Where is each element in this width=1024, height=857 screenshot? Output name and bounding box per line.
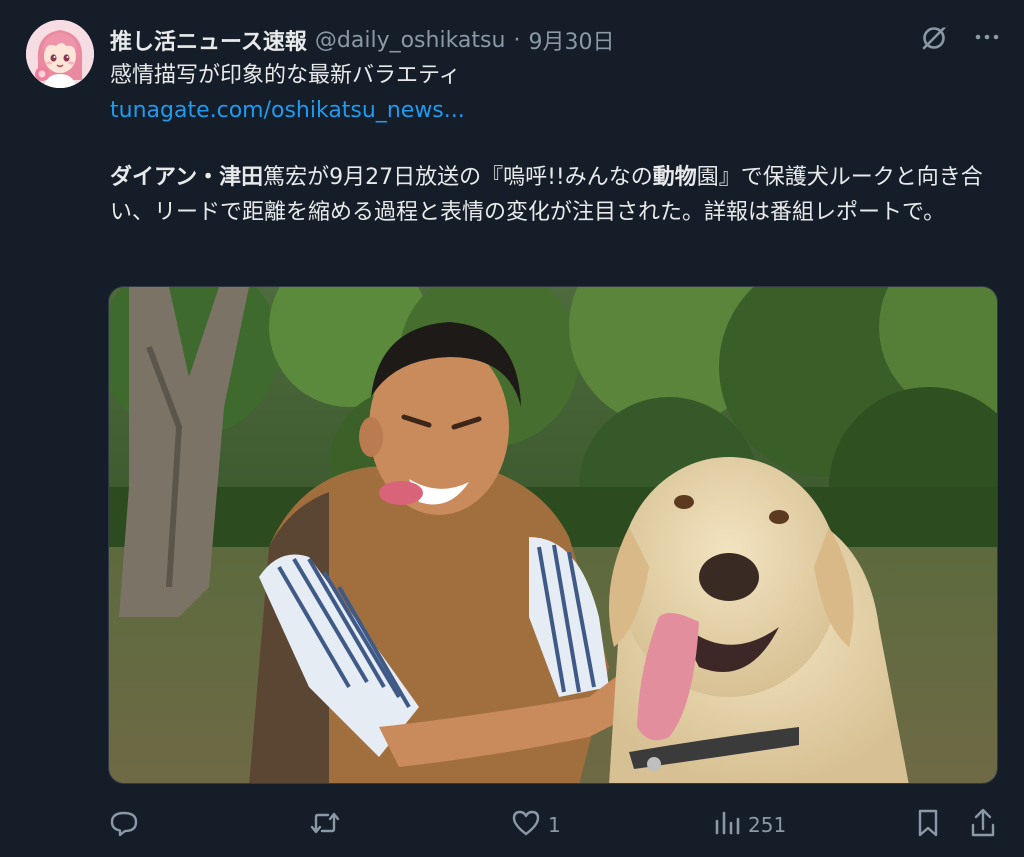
retweet-button[interactable] bbox=[308, 808, 348, 842]
views-button[interactable]: 251 bbox=[712, 808, 786, 842]
views-count: 251 bbox=[748, 813, 787, 837]
top-icons bbox=[920, 22, 1000, 52]
body-text-1: 篤宏が9月27日放送の『嗚呼!!みんなの bbox=[263, 165, 653, 190]
reply-icon bbox=[108, 807, 140, 844]
reply-button[interactable] bbox=[108, 808, 146, 842]
body-bold-2: 動物 bbox=[652, 165, 697, 190]
retweet-icon bbox=[308, 807, 342, 844]
display-name[interactable]: 推し活ニュース速報 bbox=[110, 24, 307, 56]
bookmark-button[interactable] bbox=[914, 808, 942, 842]
tweet-photo[interactable] bbox=[108, 286, 998, 784]
tweet-link[interactable]: tunagate.com/oshikatsu_news... bbox=[110, 95, 465, 127]
tweet-body: ダイアン・津田篤宏が9月27日放送の『嗚呼!!みんなの動物園』で保護犬ルークと向… bbox=[110, 160, 1000, 230]
like-count: 1 bbox=[548, 813, 561, 837]
separator: · bbox=[513, 27, 521, 53]
body-bold-1: ダイアン・津田 bbox=[110, 165, 264, 190]
tweet-header: 推し活ニュース速報 @daily_oshikatsu · 9月30日 bbox=[110, 22, 1024, 58]
user-handle[interactable]: @daily_oshikatsu bbox=[315, 28, 506, 53]
avatar[interactable] bbox=[26, 20, 94, 88]
tweet-text-line1: 感情描写が印象的な最新バラエティ bbox=[110, 63, 461, 88]
like-icon bbox=[510, 807, 542, 844]
share-button[interactable] bbox=[968, 808, 998, 842]
more-icon[interactable] bbox=[974, 24, 1000, 50]
avatar-illustration bbox=[26, 20, 94, 88]
tweet: 推し活ニュース速報 @daily_oshikatsu · 9月30日 感情描写が… bbox=[0, 0, 1024, 857]
views-icon bbox=[712, 807, 742, 844]
tweet-date[interactable]: 9月30日 bbox=[528, 24, 614, 56]
photo-man-with-dog bbox=[109, 287, 997, 783]
action-bar: 1 251 bbox=[108, 808, 1000, 842]
like-button[interactable]: 1 bbox=[510, 808, 561, 842]
bookmark-icon bbox=[914, 807, 942, 844]
share-icon bbox=[968, 807, 998, 844]
grok-icon[interactable] bbox=[920, 22, 950, 52]
